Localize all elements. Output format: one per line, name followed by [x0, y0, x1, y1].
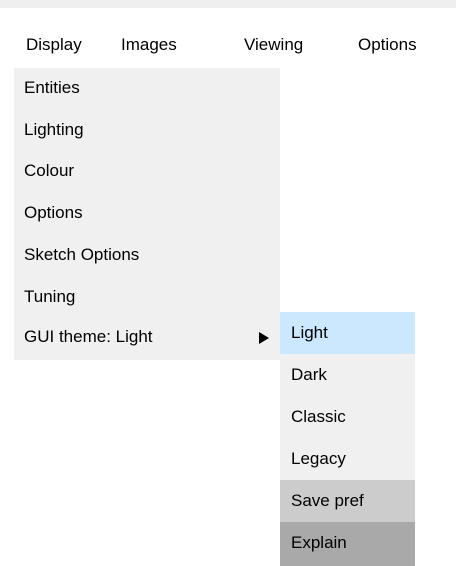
triangle-right-icon [259, 332, 269, 344]
menu-item-tuning[interactable]: Tuning [24, 285, 75, 309]
submenu-item-light[interactable]: Light [280, 312, 415, 354]
display-dropdown-menu: Entities Lighting Colour Options Sketch … [14, 68, 280, 360]
menu-item-options[interactable]: Options [24, 201, 83, 225]
submenu-item-dark[interactable]: Dark [280, 354, 415, 396]
menu-options[interactable]: Options [358, 33, 417, 57]
menu-bar: Display Images Viewing Options [0, 0, 456, 60]
submenu-item-classic[interactable]: Classic [280, 396, 415, 438]
menu-item-entities[interactable]: Entities [24, 76, 80, 100]
submenu-item-label: Light [291, 323, 328, 342]
submenu-item-label: Explain [291, 533, 347, 552]
menu-viewing[interactable]: Viewing [244, 33, 303, 57]
menu-item-gui-theme[interactable]: GUI theme: Light [24, 325, 153, 349]
menu-images[interactable]: Images [121, 33, 177, 57]
menu-item-lighting[interactable]: Lighting [24, 118, 84, 142]
menu-display[interactable]: Display [26, 33, 82, 57]
submenu-item-save-pref[interactable]: Save pref [280, 480, 415, 522]
menu-item-colour[interactable]: Colour [24, 159, 74, 183]
submenu-item-label: Dark [291, 365, 327, 384]
submenu-item-label: Classic [291, 407, 346, 426]
submenu-item-legacy[interactable]: Legacy [280, 438, 415, 480]
theme-submenu: Light Dark Classic Legacy Save pref Expl… [280, 312, 415, 566]
menu-item-sketch-options[interactable]: Sketch Options [24, 243, 139, 267]
submenu-item-explain[interactable]: Explain [280, 522, 415, 566]
submenu-item-label: Save pref [291, 491, 364, 510]
submenu-item-label: Legacy [291, 449, 346, 468]
